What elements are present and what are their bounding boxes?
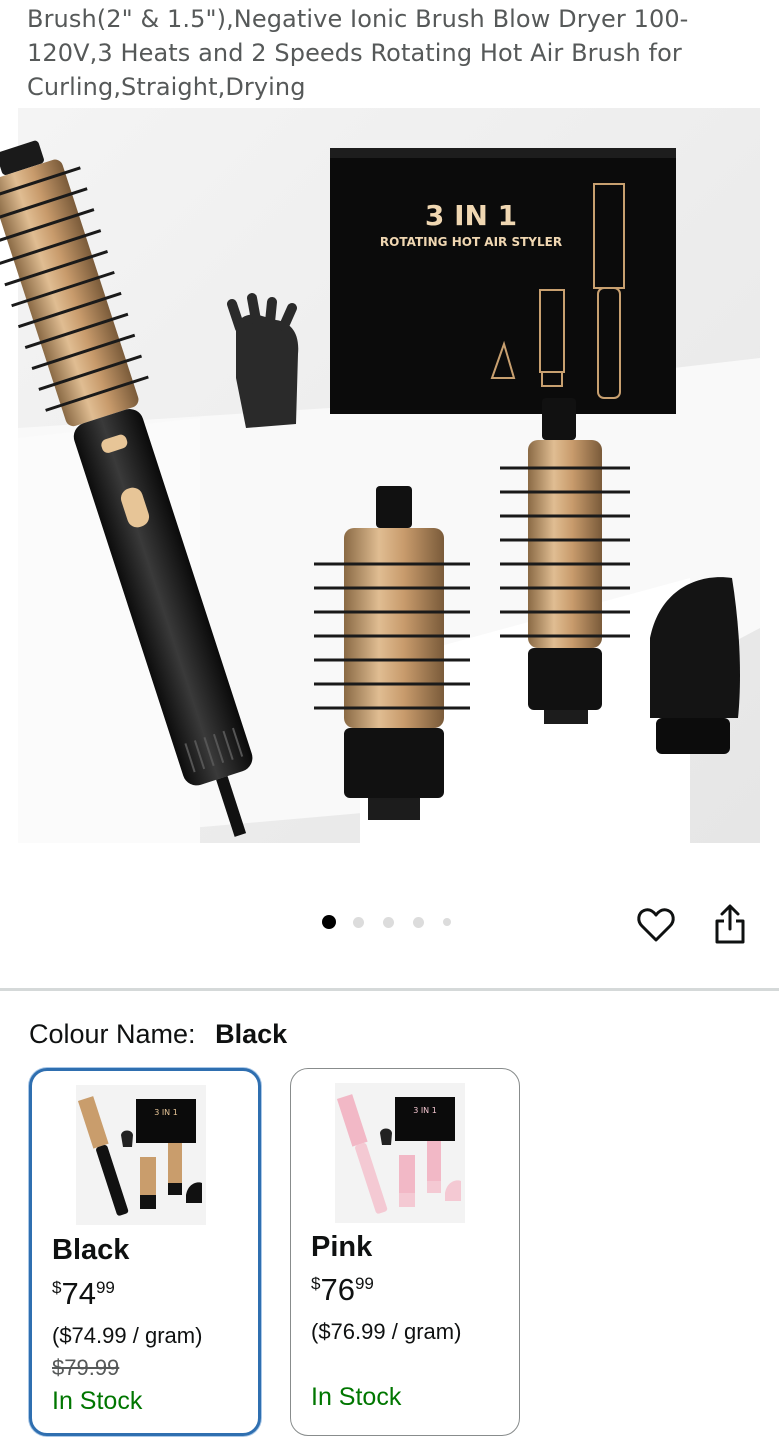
section-divider [0, 988, 779, 991]
carousel-dot[interactable] [443, 918, 451, 926]
option-name: Pink [311, 1231, 373, 1263]
product-box: 3 IN 1 ROTATING HOT AIR STYLER [330, 148, 676, 414]
product-image[interactable]: 3 IN 1 ROTATING HOT AIR STYLER [0, 108, 779, 848]
product-title: Brush(2" & 1.5"),Negative Ionic Brush Bl… [27, 5, 689, 101]
share-button[interactable] [710, 901, 750, 947]
svg-text:3 IN 1: 3 IN 1 [154, 1108, 178, 1117]
option-list-price: $79.99 [52, 1355, 120, 1380]
variation-label: Colour Name: [29, 1019, 196, 1049]
share-icon [715, 904, 745, 944]
option-unit-price: ($76.99 / gram) [311, 1319, 462, 1344]
svg-text:3 IN 1: 3 IN 1 [413, 1106, 437, 1115]
variation-option-pink[interactable]: 3 IN 1 Pink $7699 ($76.99 / gram) In Sto… [290, 1068, 520, 1436]
option-name: Black [52, 1234, 130, 1266]
variation-selected-value: Black [215, 1019, 288, 1049]
variation-label-row: Colour Name: Black [29, 1016, 287, 1052]
heart-icon [637, 908, 675, 942]
carousel-dot[interactable] [383, 916, 394, 928]
image-carousel-dots[interactable] [322, 914, 470, 930]
option-price: $7699 [311, 1272, 374, 1307]
box-title: 3 IN 1 [425, 199, 517, 232]
option-price: $7499 [52, 1276, 115, 1311]
wishlist-button[interactable] [634, 903, 678, 947]
carousel-dot[interactable] [322, 915, 336, 929]
option-availability: In Stock [52, 1387, 143, 1415]
option-thumbnail: 3 IN 1 [76, 1085, 206, 1225]
box-subtitle: ROTATING HOT AIR STYLER [380, 235, 562, 249]
option-availability: In Stock [311, 1383, 402, 1411]
option-thumbnail: 3 IN 1 [335, 1083, 465, 1223]
variation-option-black[interactable]: 3 IN 1 Black $7499 ($74.99 / gram) $79.9… [29, 1068, 261, 1436]
carousel-dot[interactable] [413, 916, 424, 928]
option-unit-price: ($74.99 / gram) [52, 1323, 203, 1348]
carousel-dot[interactable] [353, 916, 364, 928]
